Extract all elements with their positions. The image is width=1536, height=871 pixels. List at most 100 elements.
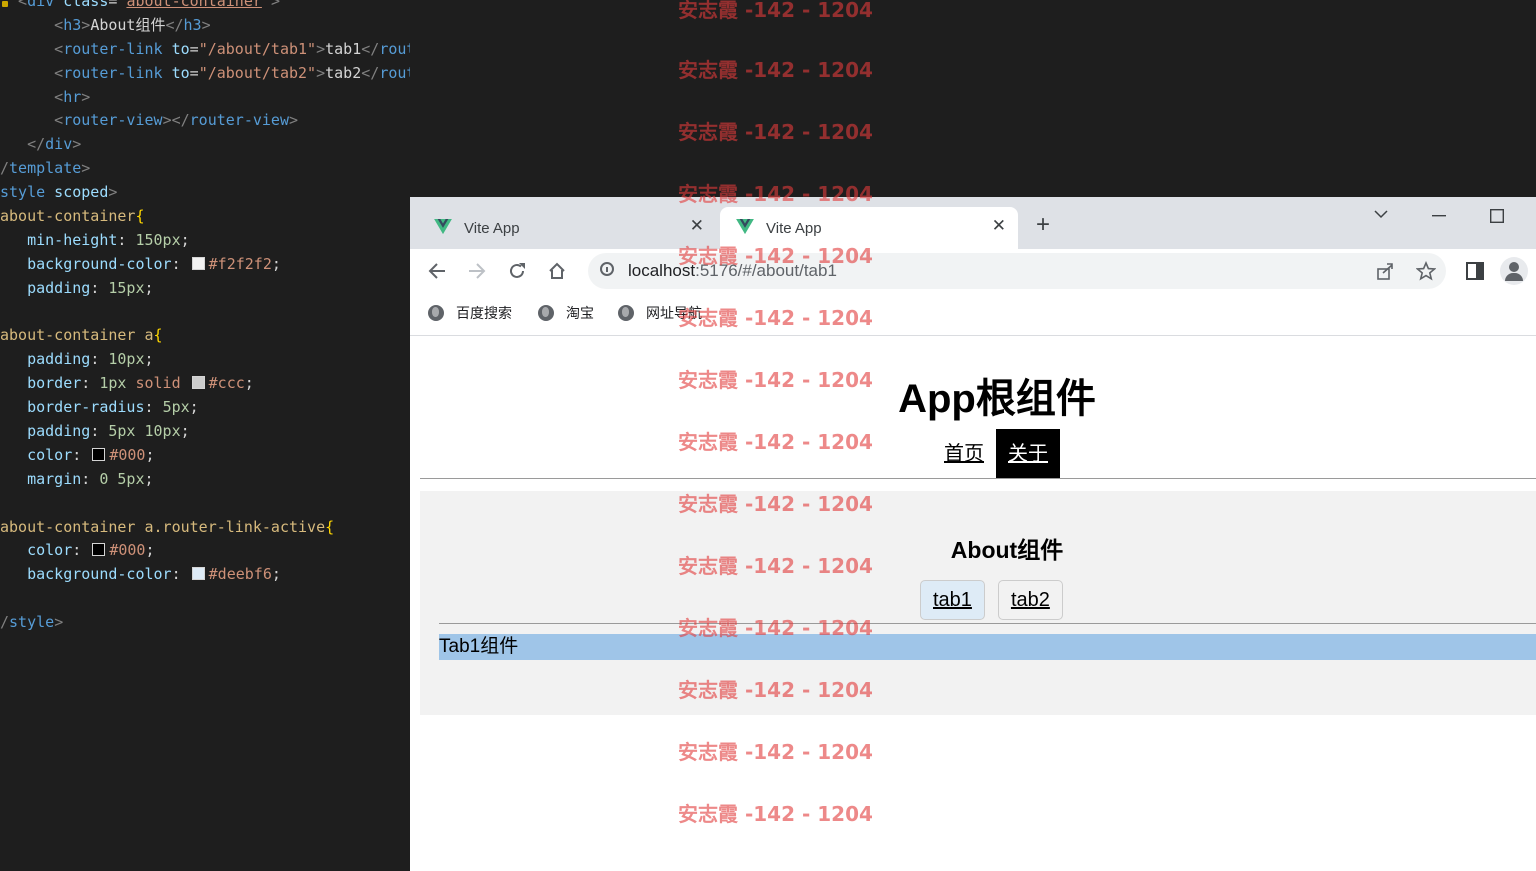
globe-icon xyxy=(618,305,634,321)
color-swatch-icon[interactable] xyxy=(191,567,205,581)
reload-icon[interactable] xyxy=(508,262,526,280)
code-line[interactable]: <router-link to="/about/tab2">tab2</rout… xyxy=(0,62,410,86)
bookmark-item[interactable]: 网址导航 xyxy=(618,303,702,323)
bookmark-item[interactable]: 百度搜索 xyxy=(428,303,512,323)
code-token: </ xyxy=(165,15,184,34)
code-token: " xyxy=(261,0,271,10)
code-token: ; xyxy=(271,565,281,584)
address-bar[interactable]: localhost:5176/#/about/tab1 xyxy=(588,253,1446,289)
tab-strip: Vite App ✕ Vite App ✕ + xyxy=(410,197,1536,249)
about-container: About组件 tab1 tab2 Tab1组件 xyxy=(420,491,1536,715)
new-tab-button[interactable]: + xyxy=(1036,213,1050,237)
code-line[interactable]: about-container a{ xyxy=(0,324,410,348)
code-line[interactable]: padding: 15px; xyxy=(0,277,410,301)
code-line[interactable]: /style> xyxy=(0,611,410,635)
minimize-icon[interactable] xyxy=(1432,215,1446,217)
globe-icon xyxy=(538,305,554,321)
code-token: > xyxy=(108,183,118,202)
color-swatch-icon[interactable] xyxy=(191,256,205,270)
browser-window: Vite App ✕ Vite App ✕ + localhost:5176/#… xyxy=(410,197,1536,871)
code-token: 15px xyxy=(108,278,145,297)
color-swatch-icon[interactable] xyxy=(92,447,106,461)
site-info-icon[interactable] xyxy=(600,262,614,276)
code-token: { xyxy=(135,207,145,226)
code-token: > xyxy=(270,0,280,10)
code-line[interactable]: border-radius: 5px; xyxy=(0,396,410,420)
code-token: ; xyxy=(180,422,190,441)
code-token: </ xyxy=(361,39,380,58)
profile-avatar-icon[interactable] xyxy=(1500,257,1528,285)
code-line[interactable]: color: #000; xyxy=(0,444,410,468)
bookmarks-bar: 百度搜索 淘宝 网址导航 xyxy=(410,293,1536,336)
bookmark-star-icon[interactable] xyxy=(1416,261,1436,281)
back-arrow-icon[interactable] xyxy=(428,263,446,279)
code-line[interactable]: </div> xyxy=(0,133,410,157)
code-token: template xyxy=(9,159,82,178)
tab-link-tab2[interactable]: tab2 xyxy=(997,580,1063,620)
code-line[interactable]: <router-link to="/about/tab1">tab1</rout… xyxy=(0,38,410,62)
code-line[interactable]: padding: 5px 10px; xyxy=(0,420,410,444)
code-line[interactable] xyxy=(0,301,410,325)
code-line[interactable]: style scoped> xyxy=(0,181,410,205)
code-token: < xyxy=(0,111,64,130)
code-token: padding xyxy=(0,350,91,369)
code-token: div xyxy=(45,135,73,154)
maximize-icon[interactable] xyxy=(1490,209,1504,223)
code-token: > xyxy=(81,15,91,34)
code-line[interactable]: min-height: 150px; xyxy=(0,229,410,253)
tab-link-tab1[interactable]: tab1 xyxy=(920,580,985,620)
code-line[interactable]: <router-view></router-view> xyxy=(0,109,410,133)
code-token: : xyxy=(144,398,163,417)
code-line[interactable]: background-color: #f2f2f2; xyxy=(0,253,410,277)
url-text[interactable]: localhost:5176/#/about/tab1 xyxy=(628,261,837,281)
code-token: : xyxy=(72,541,91,560)
code-token: tab1 xyxy=(325,39,362,58)
code-line[interactable]: <div class="about-container"> xyxy=(0,0,410,14)
forward-arrow-icon[interactable] xyxy=(468,263,486,279)
nav-link-home[interactable]: 首页 xyxy=(932,429,996,479)
code-token: style xyxy=(9,613,55,632)
tab-inactive[interactable]: Vite App ✕ xyxy=(418,207,716,249)
divider xyxy=(420,478,1536,479)
code-text[interactable]: <div class="about-container"> <h3>About组… xyxy=(0,0,410,635)
nav-link-about[interactable]: 关于 xyxy=(996,429,1060,479)
tab-search-chevron-icon[interactable] xyxy=(1374,209,1388,219)
code-line[interactable]: /template> xyxy=(0,157,410,181)
code-line[interactable] xyxy=(0,492,410,516)
code-token: #f2f2f2 xyxy=(208,254,272,273)
side-panel-icon[interactable] xyxy=(1466,262,1484,280)
code-line[interactable]: margin: 0 5px; xyxy=(0,468,410,492)
code-token: : xyxy=(81,469,100,488)
color-swatch-icon[interactable] xyxy=(191,376,205,390)
code-token: ; xyxy=(144,350,154,369)
tab-active[interactable]: Vite App ✕ xyxy=(720,207,1018,249)
share-icon[interactable] xyxy=(1376,262,1394,280)
code-token: = xyxy=(189,39,199,58)
tab-close-icon[interactable]: ✕ xyxy=(992,216,1006,236)
code-token: #ccc xyxy=(208,374,245,393)
vite-vue-logo-icon xyxy=(434,219,452,235)
code-line[interactable]: color: #000; xyxy=(0,539,410,563)
app-nav: 首页 关于 xyxy=(932,429,1060,479)
tab-close-icon[interactable]: ✕ xyxy=(690,216,704,236)
bookmark-label: 淘宝 xyxy=(566,305,594,321)
home-icon[interactable] xyxy=(548,262,566,280)
code-token: border xyxy=(0,374,82,393)
watermark-text: 安志霞 -142 - 1204 xyxy=(678,58,873,82)
code-line[interactable]: about-container{ xyxy=(0,205,410,229)
code-line[interactable]: <h3>About组件</h3> xyxy=(0,14,410,38)
code-line[interactable] xyxy=(0,587,410,611)
code-line[interactable]: border: 1px solid #ccc; xyxy=(0,372,410,396)
code-token: padding xyxy=(0,422,91,441)
bookmark-item[interactable]: 淘宝 xyxy=(538,303,594,323)
color-swatch-icon[interactable] xyxy=(92,543,106,557)
code-line[interactable]: about-container a.router-link-active{ xyxy=(0,516,410,540)
code-editor[interactable]: <div class="about-container"> <h3>About组… xyxy=(0,0,410,871)
code-token: < xyxy=(0,15,64,34)
code-line[interactable]: background-color: #deebf6; xyxy=(0,563,410,587)
code-line[interactable]: padding: 10px; xyxy=(0,348,410,372)
code-line[interactable]: <hr> xyxy=(0,86,410,110)
code-token: border-radius xyxy=(0,398,145,417)
code-token: : xyxy=(81,374,100,393)
code-token: 150px xyxy=(135,230,181,249)
